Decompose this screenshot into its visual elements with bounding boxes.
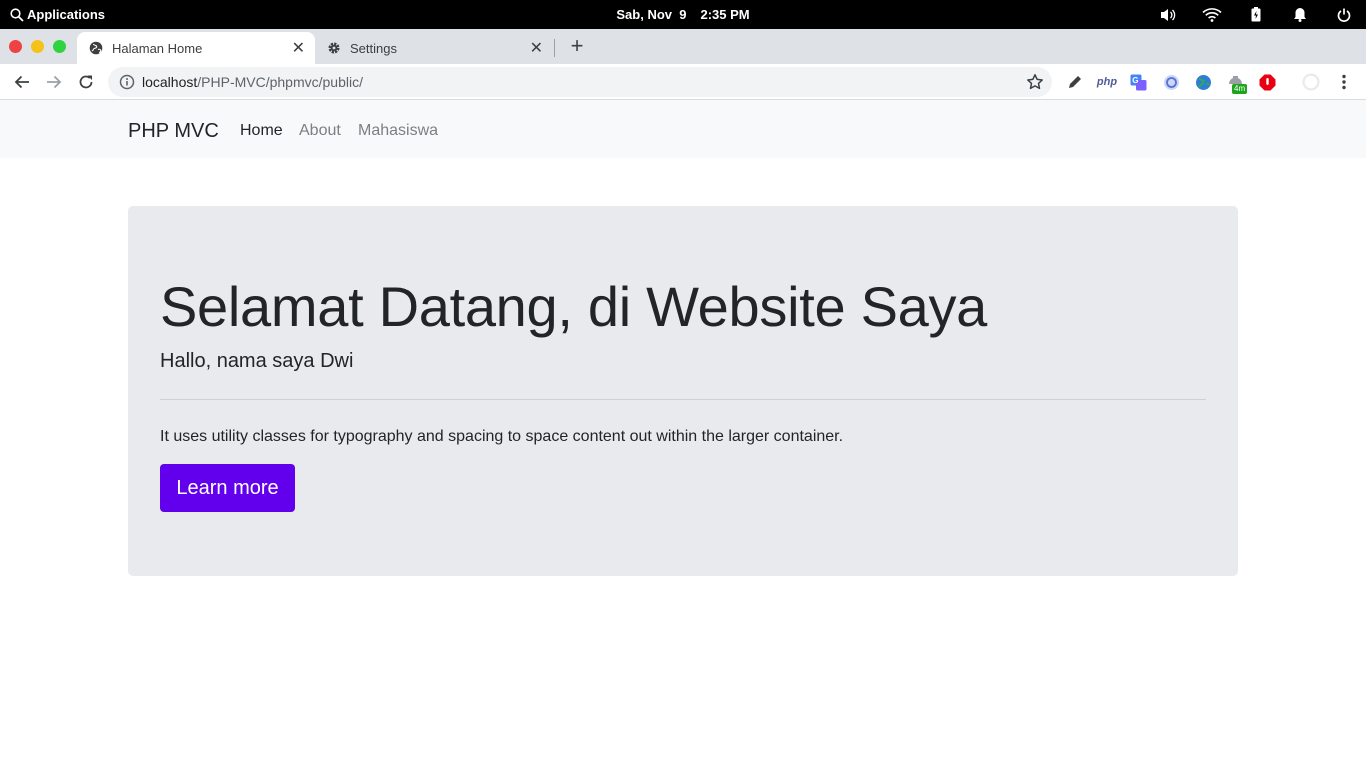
back-button[interactable] (12, 72, 32, 92)
translate-extension-icon[interactable]: G (1129, 73, 1147, 91)
navbar-brand[interactable]: PHP MVC (128, 120, 219, 143)
nav-link-home[interactable]: Home (240, 122, 283, 140)
tab-settings[interactable]: Settings ✕ (315, 32, 553, 64)
close-window-button[interactable] (9, 40, 22, 53)
divider (160, 399, 1206, 400)
minimize-window-button[interactable] (31, 40, 44, 53)
learn-more-button[interactable]: Learn more (160, 464, 295, 512)
browser-tab-strip: Halaman Home ✕ Settings ✕ (0, 29, 1366, 64)
php-extension-icon[interactable]: php (1096, 73, 1118, 91)
tab-title: Halaman Home (112, 41, 203, 56)
forward-button[interactable] (44, 72, 64, 92)
close-tab-icon[interactable]: ✕ (530, 38, 543, 58)
info-icon[interactable] (119, 74, 135, 90)
site-navbar: PHP MVC Home About Mahasiswa (0, 100, 1366, 158)
tab-title: Settings (350, 41, 397, 56)
menu-kebab-icon[interactable] (1335, 73, 1353, 91)
jumbotron-title: Selamat Datang, di Website Saya (160, 275, 988, 338)
close-tab-icon[interactable]: ✕ (292, 38, 305, 58)
jumbotron: Selamat Datang, di Website Saya Hallo, n… (128, 206, 1238, 576)
pencil-extension-icon[interactable] (1066, 73, 1084, 91)
clock-time: 2:35 PM (700, 7, 750, 22)
system-top-bar: Applications Sab, Nov 9 2:35 PM (0, 0, 1366, 29)
address-bar[interactable]: localhost/PHP-MVC/phpmvc/public/ (108, 67, 1052, 97)
reload-button[interactable] (76, 72, 96, 92)
volume-icon[interactable] (1146, 8, 1190, 22)
svg-text:G: G (1132, 76, 1138, 85)
maximize-window-button[interactable] (53, 40, 66, 53)
extension-badge: 4m (1232, 84, 1248, 94)
nav-link-about[interactable]: About (299, 122, 341, 140)
globe-extension-icon[interactable] (1194, 73, 1212, 91)
url-host: localhost (142, 74, 198, 90)
tab-halaman-home[interactable]: Halaman Home ✕ (77, 32, 315, 64)
extension-o-icon[interactable] (1162, 73, 1180, 91)
forward-arrow-icon (47, 75, 62, 89)
timer-extension-icon[interactable]: 4m (1226, 73, 1248, 94)
power-icon[interactable] (1322, 8, 1366, 22)
profile-avatar-icon[interactable] (1302, 73, 1320, 91)
bookmark-star-icon[interactable] (1026, 73, 1044, 91)
new-tab-button[interactable]: + (566, 35, 588, 57)
reload-icon (79, 75, 93, 89)
url-path: /PHP-MVC/phpmvc/public/ (197, 74, 363, 90)
nav-link-mahasiswa[interactable]: Mahasiswa (358, 122, 438, 140)
system-tray (1146, 0, 1366, 29)
jumbotron-description: It uses utility classes for typography a… (160, 428, 844, 445)
browser-toolbar: localhost/PHP-MVC/phpmvc/public/ php G 4… (0, 64, 1366, 100)
clock-date: Sab, Nov 9 (616, 7, 687, 22)
jumbotron-lead: Hallo, nama saya Dwi (160, 350, 354, 372)
url-text[interactable]: localhost/PHP-MVC/phpmvc/public/ (142, 74, 363, 90)
wifi-icon[interactable] (1190, 7, 1234, 22)
tab-separator (554, 39, 555, 57)
notifications-icon[interactable] (1278, 7, 1322, 22)
battery-icon[interactable] (1234, 7, 1278, 22)
adblock-extension-icon[interactable] (1258, 73, 1276, 91)
globe-icon (89, 41, 103, 55)
gear-icon (328, 42, 340, 54)
back-arrow-icon (14, 75, 29, 89)
